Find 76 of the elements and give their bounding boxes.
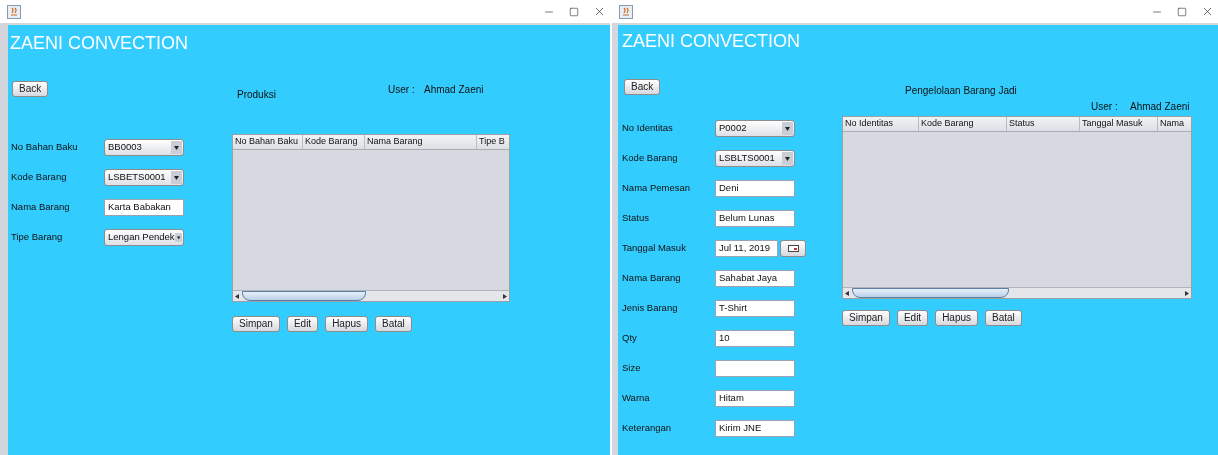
maximize-icon[interactable] [569,6,579,17]
field-label: Size [622,360,642,375]
horizontal-scrollbar[interactable] [233,290,509,301]
action-button[interactable]: Edit [286,316,319,332]
column-header[interactable]: Nama [1158,117,1191,131]
field-label: Kode Barang [622,150,679,165]
field-label: No Bahan Baku [11,139,79,154]
caret-icon [782,151,793,165]
dropdown[interactable]: Lengan Pendek [104,228,184,246]
column-header[interactable]: Tipe B [477,135,509,149]
right-arrow-icon[interactable] [500,291,509,301]
field-label: Status [622,210,650,225]
column-header[interactable]: Kode Barang [303,135,365,149]
user-label: User : [1091,100,1119,114]
field-label: Nama Pemesan [622,180,692,195]
field-label: Nama Barang [11,199,71,214]
close-icon[interactable] [593,5,606,18]
input-field[interactable]: 10 [715,329,795,347]
calendar-icon [787,244,799,252]
dropdown[interactable]: P0002 [715,119,795,137]
dropdown[interactable]: LSBETS0001 [104,168,184,186]
action-button[interactable]: Back [624,79,661,95]
maximize-icon[interactable] [1177,6,1187,17]
user-name: Ahmad Zaeni [1130,100,1190,114]
horizontal-scrollbar[interactable] [843,287,1191,298]
calendar-button[interactable] [780,239,806,257]
app-title: ZAENI CONVECTION [10,33,189,53]
field-label: Nama Barang [622,270,682,285]
action-button[interactable]: Batal [375,316,412,332]
input-field[interactable]: T-Shirt [715,299,795,317]
field-label: Keterangan [622,420,673,435]
action-button[interactable]: Hapus [935,310,979,326]
column-header[interactable]: No Bahan Baku [233,135,303,149]
column-header[interactable]: Tanggal Masuk [1080,117,1158,131]
caret-icon [171,170,182,184]
close-icon[interactable] [1201,5,1214,18]
action-button[interactable]: Edit [896,310,929,326]
caret-icon [174,230,182,244]
column-header[interactable]: Nama Barang [365,135,477,149]
left-arrow-icon[interactable] [233,291,242,301]
right-arrow-icon[interactable] [1182,288,1191,298]
input-field[interactable]: Sahabat Jaya [715,269,795,287]
caret-icon [782,121,793,135]
input-field[interactable]: Belum Lunas [715,209,795,227]
date-field[interactable]: Jul 11, 2019 [715,239,778,257]
field-label: No Identitas [622,120,674,135]
user-label: User : [388,83,416,97]
input-field[interactable]: Karta Babakan [104,198,184,216]
input-field[interactable]: Kirim JNE [715,419,795,437]
action-button[interactable]: Simpan [842,310,890,326]
field-label: Tanggal Masuk [622,240,687,255]
action-button[interactable]: Hapus [325,316,369,332]
input-field[interactable]: Deni [715,179,795,197]
column-header[interactable]: Status [1007,117,1080,131]
java-app-icon [7,4,21,19]
column-header[interactable]: No Identitas [843,117,919,131]
left-arrow-icon[interactable] [843,288,852,298]
action-button[interactable]: Batal [985,310,1022,326]
action-button[interactable]: Back [12,81,49,97]
app-title: ZAENI CONVECTION [622,31,801,51]
user-name: Ahmad Zaeni [424,83,484,97]
column-header[interactable]: Kode Barang [919,117,1007,131]
field-label: Jenis Barang [622,300,679,315]
java-app-icon [619,4,633,19]
action-button[interactable]: Simpan [232,316,280,332]
dropdown[interactable]: LSBLTS0001 [715,149,795,167]
page-title: Pengelolaan Barang Jadi [904,84,1018,98]
field-label: Warna [622,390,651,405]
input-field[interactable] [715,359,795,377]
caret-icon [171,140,182,154]
field-label: Qty [622,330,638,345]
dropdown[interactable]: BB0003 [104,138,184,156]
field-label: Tipe Barang [11,229,64,244]
input-field[interactable]: Hitam [715,389,795,407]
field-label: Kode Barang [11,169,68,184]
page-title: Produksi [237,88,277,102]
